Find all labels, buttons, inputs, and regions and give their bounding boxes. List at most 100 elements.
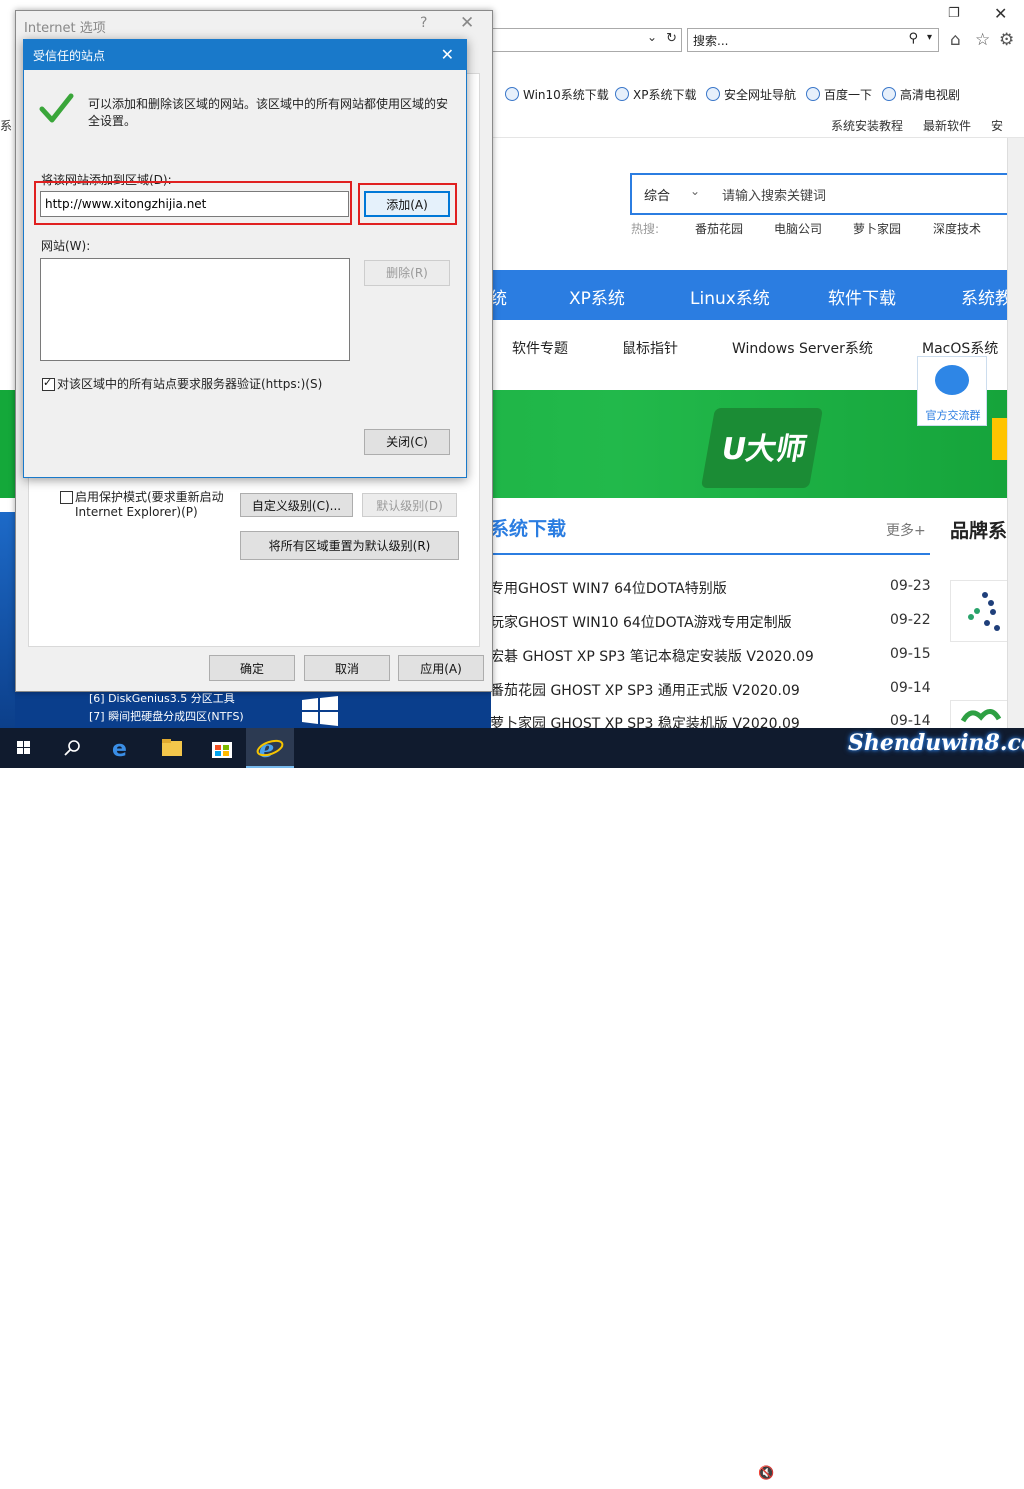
clock-date[interactable]: 2020/9/27 bbox=[934, 1472, 996, 1486]
favorites-star-icon[interactable]: ☆ bbox=[975, 30, 990, 50]
watermark: Shenduwin8.com bbox=[848, 730, 1024, 756]
brand-logo[interactable] bbox=[950, 580, 1012, 642]
start-button[interactable] bbox=[0, 728, 48, 768]
dialog-title: 受信任的站点 bbox=[33, 49, 106, 63]
more-link[interactable]: 更多+ bbox=[886, 520, 926, 540]
search-icon[interactable]: ⚲ bbox=[908, 31, 918, 46]
favorite-xp[interactable]: XP系统下载 bbox=[615, 86, 696, 103]
desktop-wallpaper bbox=[0, 512, 15, 728]
qq-group-label: 官方交流群 bbox=[925, 409, 981, 422]
search-category[interactable]: 综合 bbox=[644, 185, 670, 204]
remove-button[interactable]: 删除(R) bbox=[364, 260, 450, 286]
apply-button[interactable]: 应用(A) bbox=[398, 655, 484, 681]
section-title: 系统下载 bbox=[490, 518, 567, 540]
news-item[interactable]: 专用GHOST WIN7 64位DOTA特别版 bbox=[490, 578, 727, 598]
chevron-down-icon[interactable]: ▾ bbox=[927, 32, 932, 43]
subnav-item[interactable]: Windows Server系统 bbox=[732, 338, 873, 358]
nav-item-linux[interactable]: Linux系统 bbox=[690, 284, 770, 309]
cmd-latest-software[interactable]: 最新软件 bbox=[923, 117, 971, 134]
news-item[interactable]: 玩家GHOST WIN10 64位DOTA游戏专用定制版 bbox=[490, 612, 792, 632]
favorite-safe-nav[interactable]: 安全网址导航 bbox=[706, 86, 796, 103]
close-button[interactable]: 关闭(C) bbox=[364, 429, 450, 455]
ie-page-icon bbox=[806, 87, 820, 101]
dialog-titlebar[interactable]: 受信任的站点 ✕ bbox=[24, 40, 466, 70]
keyboard-icon[interactable]: ⌨ bbox=[815, 1466, 834, 1481]
default-level-button[interactable]: 默认级别(D) bbox=[362, 493, 457, 517]
site-search-box[interactable]: 综合 ⌄ 请输入搜索关键词 bbox=[630, 173, 1010, 215]
restore-icon[interactable]: ❐ bbox=[948, 6, 960, 21]
section-underline bbox=[490, 553, 930, 555]
news-date: 09-14 bbox=[890, 713, 931, 729]
cmd-clipped[interactable]: 安 bbox=[991, 117, 1003, 134]
add-button[interactable]: 添加(A) bbox=[364, 191, 450, 217]
store-button[interactable] bbox=[198, 728, 246, 768]
protected-mode-label: 启用保护模式(要求重新启动 bbox=[75, 490, 224, 504]
nav-item-software[interactable]: 软件下载 bbox=[828, 284, 896, 309]
windows-start-icon bbox=[17, 741, 30, 754]
desktop-text: [7] 瞬间把硬盘分成四区(NTFS) bbox=[89, 710, 244, 723]
brand-title: 品牌系 bbox=[950, 520, 1008, 542]
help-icon[interactable]: ? bbox=[420, 15, 427, 31]
subnav-item[interactable]: 软件专题 bbox=[512, 338, 568, 358]
refresh-icon[interactable]: ↻ bbox=[666, 31, 677, 46]
browser-search-input[interactable]: 搜索... ⚲ ▾ bbox=[687, 28, 939, 52]
hot-item[interactable]: 番茄花园 bbox=[695, 220, 743, 237]
websites-list[interactable] bbox=[40, 258, 350, 361]
news-item[interactable]: 番茄花园 GHOST XP SP3 通用正式版 V2020.09 bbox=[490, 680, 800, 700]
file-explorer-button[interactable] bbox=[148, 728, 196, 768]
qq-group-button[interactable]: 官方交流群 bbox=[917, 356, 987, 426]
cmd-install-tutorial[interactable]: 系统安装教程 bbox=[831, 117, 903, 134]
subnav-item[interactable]: MacOS系统 bbox=[922, 338, 998, 358]
chevron-down-icon[interactable]: ⌄ bbox=[690, 184, 700, 198]
hot-item[interactable]: 电脑公司 bbox=[774, 220, 822, 237]
cancel-button[interactable]: 取消 bbox=[304, 655, 390, 681]
site-url-input[interactable] bbox=[40, 191, 349, 217]
subnav-item[interactable]: 鼠标指针 bbox=[622, 338, 678, 358]
favorite-baidu[interactable]: 百度一下 bbox=[806, 86, 872, 103]
ie-taskbar-button[interactable]: e bbox=[246, 728, 294, 768]
folder-icon bbox=[162, 739, 182, 756]
ie-page-icon bbox=[615, 87, 629, 101]
nav-item-tutorial[interactable]: 系统教 bbox=[961, 284, 1012, 309]
hot-item[interactable]: 深度技术 bbox=[933, 220, 981, 237]
chevron-up-icon[interactable]: ︿ bbox=[710, 1466, 723, 1485]
pen-icon[interactable]: ✎ bbox=[788, 1466, 799, 1481]
windows-logo-icon bbox=[302, 696, 338, 726]
ok-button[interactable]: 确定 bbox=[209, 655, 295, 681]
search-button[interactable] bbox=[48, 728, 96, 768]
trusted-sites-dialog: 受信任的站点 ✕ 可以添加和删除该区域的网站。该区域中的所有网站都使用区域的安 … bbox=[23, 39, 467, 478]
favorite-win10[interactable]: Win10系统下载 bbox=[505, 86, 609, 103]
require-https-checkbox[interactable] bbox=[42, 376, 55, 391]
reset-all-zones-button[interactable]: 将所有区域重置为默认级别(R) bbox=[240, 531, 459, 560]
notification-icon[interactable]: ⓘ bbox=[1004, 1472, 1016, 1489]
news-date: 09-23 bbox=[890, 578, 931, 594]
volume-muted-icon[interactable]: 🔇 bbox=[758, 1466, 774, 1481]
close-icon[interactable]: ✕ bbox=[441, 45, 454, 64]
left-clipped-text: 系 bbox=[0, 119, 13, 133]
custom-level-button[interactable]: 自定义级别(C)... bbox=[240, 493, 353, 517]
close-window-icon[interactable]: ✕ bbox=[994, 4, 1007, 23]
hot-item[interactable]: 萝卜家园 bbox=[853, 220, 901, 237]
news-date: 09-14 bbox=[890, 680, 931, 696]
ie-page-icon bbox=[505, 87, 519, 101]
home-icon[interactable]: ⌂ bbox=[950, 30, 961, 50]
edge-icon: e bbox=[112, 737, 127, 762]
edge-button[interactable]: e bbox=[98, 728, 146, 768]
search-icon bbox=[64, 740, 80, 756]
protected-mode-checkbox[interactable] bbox=[60, 491, 73, 504]
address-bar[interactable]: ⌄ ↻ bbox=[490, 28, 682, 52]
news-date: 09-22 bbox=[890, 612, 931, 628]
require-https-label: 对该区域中的所有站点要求服务器验证(https:)(S) bbox=[57, 377, 323, 391]
nav-item-xp[interactable]: XP系统 bbox=[569, 284, 625, 309]
page-scrollbar[interactable] bbox=[1007, 138, 1024, 728]
settings-gear-icon[interactable]: ⚙ bbox=[999, 30, 1014, 50]
chevron-down-icon[interactable]: ⌄ bbox=[647, 30, 657, 44]
banner-logo: U大师 bbox=[700, 408, 824, 488]
close-icon[interactable]: ✕ bbox=[460, 13, 474, 33]
favorite-tv[interactable]: 高清电视剧 bbox=[882, 86, 960, 103]
desktop-text: [6] DiskGenius3.5 分区工具 bbox=[89, 692, 235, 705]
network-icon[interactable]: ⊡ bbox=[735, 1466, 746, 1481]
internet-explorer-icon: e bbox=[256, 734, 284, 763]
search-placeholder: 搜索... bbox=[693, 34, 729, 48]
news-item[interactable]: 宏碁 GHOST XP SP3 笔记本稳定安装版 V2020.09 bbox=[490, 646, 814, 666]
